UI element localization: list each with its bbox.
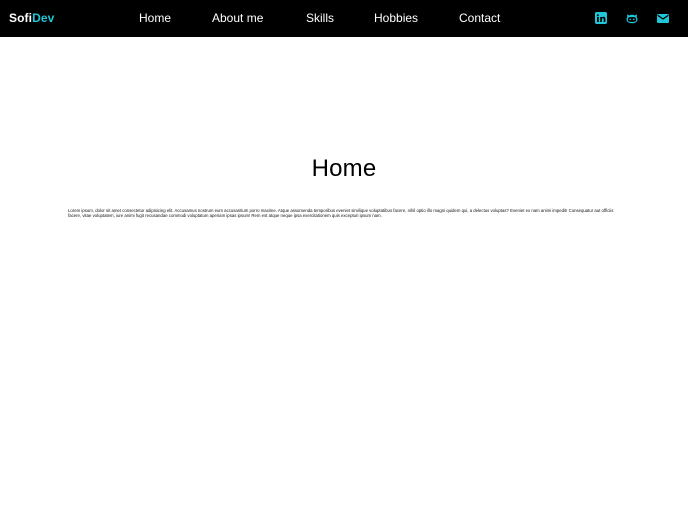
home-section: Home Lorem ipsum, dolor sit amet consect… — [0, 37, 688, 512]
page-title: Home — [311, 155, 377, 182]
github-icon[interactable] — [625, 11, 639, 25]
nav-home-link[interactable]: Home — [139, 11, 171, 25]
nav-about-me-link[interactable]: About me — [212, 11, 263, 25]
nav-contact-link[interactable]: Contact — [459, 11, 500, 25]
linkedin-icon[interactable] — [594, 11, 608, 25]
main-navigation: Home About me Skills Hobbies Contact — [0, 0, 688, 37]
nav-hobbies-link[interactable]: Hobbies — [374, 11, 418, 25]
nav-skills-link[interactable]: Skills — [306, 11, 334, 25]
intro-paragraph: Lorem ipsum, dolor sit amet consectetur … — [68, 208, 614, 219]
top-navbar: SofiDev Home About me Skills Hobbies Con… — [0, 0, 688, 37]
mail-icon[interactable] — [656, 11, 670, 25]
